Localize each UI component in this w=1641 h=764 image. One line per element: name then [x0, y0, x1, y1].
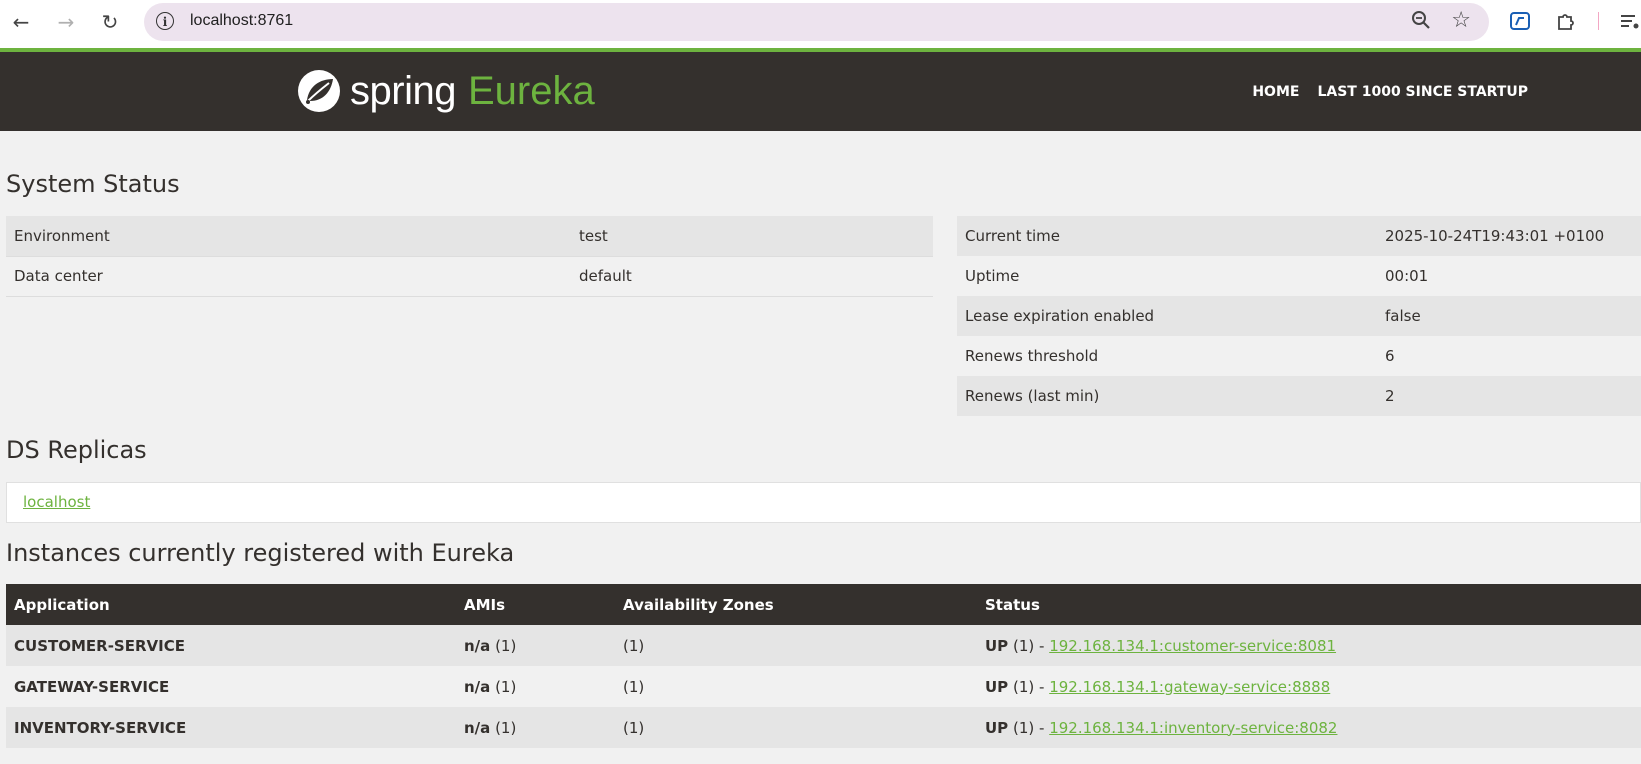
ami-count: (1) — [495, 677, 517, 696]
table-row: Lease expiration enabled false — [957, 296, 1641, 336]
status-key: Lease expiration enabled — [957, 296, 1377, 336]
instance-link[interactable]: 192.168.134.1:gateway-service:8888 — [1049, 678, 1330, 696]
table-row: CUSTOMER-SERVICE n/a (1) (1) UP (1) - 19… — [6, 625, 1641, 666]
puzzle-icon[interactable] — [1555, 10, 1577, 32]
spring-leaf-icon — [298, 70, 340, 112]
reading-list-icon[interactable] — [1618, 10, 1640, 32]
replicas-list: localhost — [6, 482, 1641, 523]
eureka-navbar: spring Eureka HOME LAST 1000 SINCE START… — [0, 52, 1641, 131]
nav-home-link[interactable]: HOME — [1252, 84, 1299, 100]
address-bar[interactable]: i localhost:8761 ☆ — [144, 3, 1489, 41]
brand-spring-text: spring — [350, 68, 456, 113]
ami-value: n/a — [464, 636, 491, 655]
nav-last-1000-link[interactable]: LAST 1000 SINCE STARTUP — [1317, 84, 1528, 100]
star-icon[interactable]: ☆ — [1451, 8, 1471, 33]
table-row: Environment test — [6, 216, 933, 257]
table-row: GATEWAY-SERVICE n/a (1) (1) UP (1) - 192… — [6, 666, 1641, 707]
table-row: Renews (last min) 2 — [957, 376, 1641, 416]
brand-logo[interactable]: spring Eureka — [296, 66, 595, 116]
status-value: 2 — [1377, 376, 1641, 416]
status-count: (1) - — [1012, 677, 1045, 696]
brand-eureka-text: Eureka — [467, 68, 595, 113]
ami-value: n/a — [464, 677, 491, 696]
reload-icon[interactable]: ↻ — [96, 8, 124, 36]
browser-toolbar: ← → ↻ i localhost:8761 ☆ — [0, 0, 1641, 48]
status-cell: UP (1) - 192.168.134.1:customer-service:… — [977, 625, 1641, 666]
status-value: 2025-10-24T19:43:01 +0100 — [1377, 216, 1641, 256]
table-row: Uptime 00:01 — [957, 256, 1641, 296]
status-up: UP — [985, 718, 1009, 737]
column-header: AMIs — [456, 584, 615, 625]
system-status-title: System Status — [6, 170, 180, 198]
status-key: Renews (last min) — [957, 376, 1377, 416]
app-name: INVENTORY-SERVICE — [6, 707, 456, 748]
status-count: (1) - — [1012, 718, 1045, 737]
status-key: Data center — [6, 256, 571, 297]
zones-cell: (1) — [623, 677, 645, 696]
toolbar-divider — [1598, 12, 1599, 30]
status-cell: UP (1) - 192.168.134.1:inventory-service… — [977, 707, 1641, 748]
status-up: UP — [985, 677, 1009, 696]
zones-cell: (1) — [615, 707, 977, 748]
status-key: Environment — [6, 216, 571, 257]
status-value: false — [1377, 296, 1641, 336]
app-name: GATEWAY-SERVICE — [14, 677, 170, 696]
ami-cell: n/a (1) — [456, 707, 615, 748]
instance-link[interactable]: 192.168.134.1:inventory-service:8082 — [1049, 719, 1337, 737]
system-status-right-table: Current time 2025-10-24T19:43:01 +0100 U… — [957, 216, 1641, 416]
instance-link[interactable]: 192.168.134.1:customer-service:8081 — [1049, 637, 1336, 655]
status-key: Uptime — [965, 267, 1020, 285]
status-value: test — [571, 216, 933, 257]
status-key: Renews threshold — [965, 347, 1099, 365]
ami-count: (1) — [495, 718, 517, 737]
status-count: (1) - — [1012, 636, 1045, 655]
column-header: Availability Zones — [615, 584, 977, 625]
status-value: 00:01 — [1385, 267, 1429, 285]
table-row: Data center default — [6, 256, 933, 297]
system-status-left-table: Environment test Data center default — [6, 216, 933, 297]
table-row: INVENTORY-SERVICE n/a (1) (1) UP (1) - 1… — [6, 707, 1641, 748]
ami-count: (1) — [495, 636, 517, 655]
status-key: Current time — [957, 216, 1377, 256]
column-header: Status — [977, 584, 1641, 625]
table-row: Current time 2025-10-24T19:43:01 +0100 — [957, 216, 1641, 256]
replica-link[interactable]: localhost — [23, 493, 90, 511]
back-arrow-icon[interactable]: ← — [7, 8, 35, 36]
site-info-icon[interactable]: i — [156, 12, 174, 30]
nav-links: HOME LAST 1000 SINCE STARTUP — [1252, 84, 1528, 100]
status-cell: UP (1) - 192.168.134.1:gateway-service:8… — [977, 666, 1641, 707]
app-name: CUSTOMER-SERVICE — [6, 625, 456, 666]
zones-cell: (1) — [615, 625, 977, 666]
ami-cell: n/a (1) — [456, 625, 615, 666]
status-up: UP — [985, 636, 1009, 655]
column-header: Application — [6, 584, 456, 625]
table-header-row: Application AMIs Availability Zones Stat… — [6, 584, 1641, 625]
instances-table: Application AMIs Availability Zones Stat… — [6, 584, 1641, 748]
instances-title: Instances currently registered with Eure… — [6, 539, 515, 567]
table-row: Renews threshold 6 — [957, 336, 1641, 376]
forward-arrow-icon[interactable]: → — [52, 8, 80, 36]
extension-icon[interactable] — [1509, 10, 1531, 32]
url-text[interactable]: localhost:8761 — [190, 12, 293, 30]
ami-value: n/a — [464, 718, 491, 737]
status-value: default — [571, 256, 933, 297]
zoom-icon[interactable] — [1411, 10, 1431, 35]
ds-replicas-title: DS Replicas — [6, 436, 147, 464]
ami-cell: n/a (1) — [456, 666, 615, 707]
status-value: 6 — [1385, 347, 1395, 365]
